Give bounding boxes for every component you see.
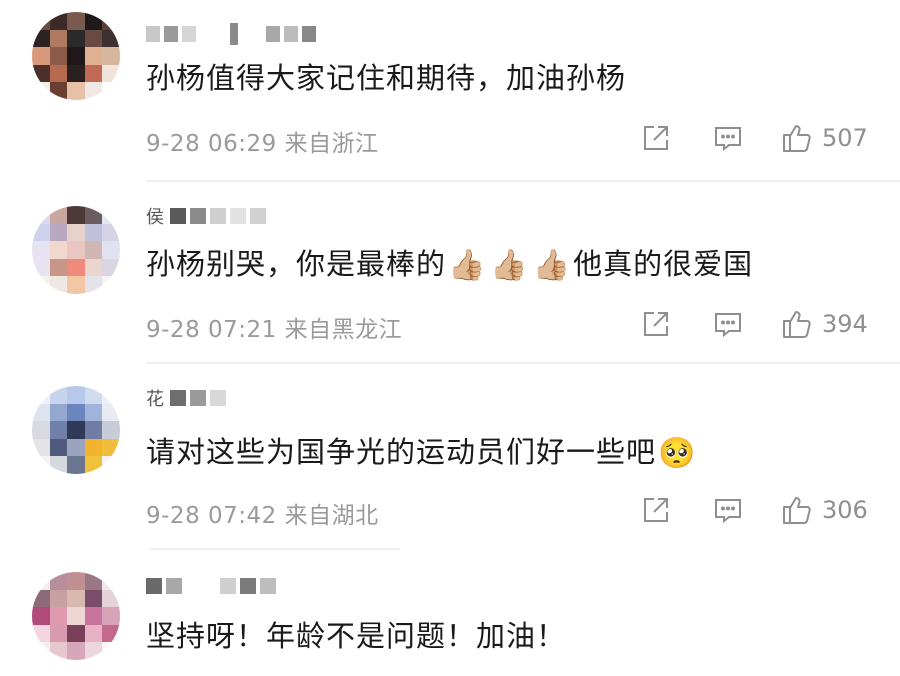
reply-button[interactable] [712, 490, 744, 530]
comment-location: 来自湖北 [284, 503, 379, 529]
comment-item: 侯 孙杨别哭，你是最棒的👍🏼 👍🏼 👍🏼他真的很爱国 9-28 07:21 来自黑龙… [0, 188, 900, 360]
share-button[interactable] [640, 118, 672, 158]
comment-actions: 507 [640, 118, 880, 158]
like-button[interactable]: 507 [780, 118, 868, 158]
thumbs-up-icon [783, 497, 811, 524]
comment-text-part: 请对这些为国争光的运动员们好一些吧 [146, 435, 657, 469]
divider [150, 548, 400, 550]
reply-icon [715, 499, 741, 524]
comment-text: 孙杨别哭，你是最棒的👍🏼 👍🏼 👍🏼他真的很爱国 [146, 244, 753, 286]
share-button[interactable] [640, 490, 672, 530]
comment-item: 花 请对这些为国争光的运动员们好一些吧🥺 9-28 07:42 来自湖北 306 [0, 370, 900, 542]
comment-location: 来自黑龙江 [284, 317, 403, 343]
comment-actions: 394 [640, 304, 880, 344]
share-icon [644, 498, 668, 522]
divider [146, 362, 900, 364]
username[interactable] [146, 20, 316, 48]
reply-icon [715, 127, 741, 152]
avatar[interactable] [32, 572, 120, 660]
comment-item: 孙杨值得大家记住和期待，加油孙杨 9-28 06:29 来自浙江 507 [0, 0, 900, 176]
like-count: 306 [822, 496, 868, 524]
comment-text: 坚持呀！年龄不是问题！加油！ [146, 619, 567, 653]
avatar[interactable] [32, 206, 120, 294]
avatar[interactable] [32, 12, 120, 100]
like-count: 507 [822, 124, 868, 152]
divider [146, 180, 900, 182]
comment-text-part: 孙杨别哭，你是最棒的 [146, 247, 447, 281]
comment-text: 孙杨值得大家记住和期待，加油孙杨 [146, 61, 627, 95]
comment-text: 请对这些为国争光的运动员们好一些吧🥺 [146, 432, 698, 474]
pleading-face-emoji: 🥺 [658, 436, 697, 471]
like-count: 394 [822, 310, 868, 338]
reply-icon [715, 313, 741, 338]
comment-time: 9-28 07:21 [146, 317, 277, 343]
username-text: 侯 [146, 207, 166, 228]
username[interactable] [146, 572, 276, 600]
comment-actions: 306 [640, 490, 880, 530]
comment-text-part: 他真的很爱国 [573, 247, 754, 281]
comment-meta: 9-28 07:21 来自黑龙江 [146, 310, 402, 344]
comment-time: 9-28 06:29 [146, 131, 277, 157]
username[interactable]: 侯 [146, 202, 266, 230]
reply-button[interactable] [712, 304, 744, 344]
avatar[interactable] [32, 386, 120, 474]
comment-meta: 9-28 07:42 来自湖北 [146, 496, 379, 530]
like-button[interactable]: 306 [780, 490, 868, 530]
share-icon [644, 126, 668, 150]
thumbs-up-icon [783, 125, 811, 152]
reply-button[interactable] [712, 118, 744, 158]
username-text: 花 [146, 389, 166, 410]
comment-time: 9-28 07:42 [146, 503, 277, 529]
share-icon [644, 312, 668, 336]
thumbs-up-emoji: 👍🏼 [532, 248, 572, 283]
username[interactable]: 花 [146, 384, 226, 412]
share-button[interactable] [640, 304, 672, 344]
thumbs-up-emoji: 👍🏼 [448, 248, 487, 283]
comment-location: 来自浙江 [284, 131, 379, 157]
thumbs-up-icon [783, 311, 811, 338]
like-button[interactable]: 394 [780, 304, 868, 344]
thumbs-up-emoji: 👍🏼 [490, 248, 529, 283]
comment-meta: 9-28 06:29 来自浙江 [146, 124, 379, 158]
comment-item: 坚持呀！年龄不是问题！加油！ [0, 556, 900, 676]
